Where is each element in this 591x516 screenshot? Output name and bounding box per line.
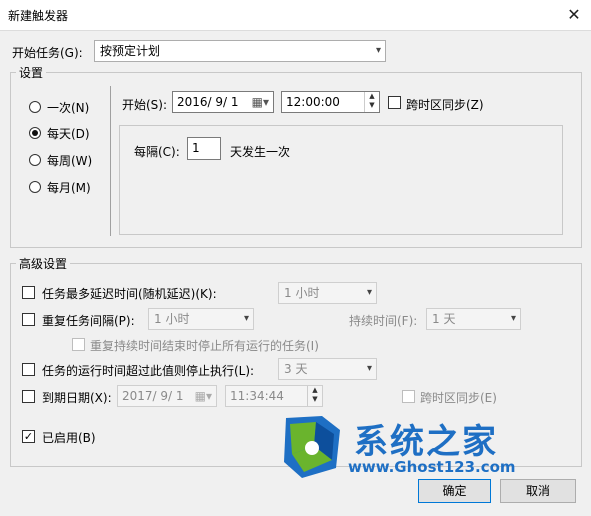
- start-time-spinner[interactable]: ▲ ▼: [364, 92, 379, 112]
- title-bar: [0, 0, 591, 31]
- stop-longer-checkbox[interactable]: [22, 363, 35, 376]
- chevron-down-icon: ▾: [375, 45, 381, 56]
- start-date-input[interactable]: 2016/ 9/ 1 ▦▾: [172, 91, 274, 113]
- enabled-checkbox[interactable]: ✓: [22, 430, 35, 443]
- start-time-value: 12:00:00: [286, 95, 340, 109]
- radio-daily-label: 每天(D): [47, 127, 90, 141]
- spin-up-icon[interactable]: ▲: [308, 386, 322, 395]
- calendar-icon[interactable]: ▦▾: [195, 386, 212, 406]
- cancel-button[interactable]: 取消: [500, 479, 576, 503]
- recur-label: 每隔(C):: [134, 145, 180, 159]
- start-time-input[interactable]: 12:00:00 ▲ ▼: [281, 91, 380, 113]
- repeat-checkbox[interactable]: [22, 313, 35, 326]
- expire-sync-label: 跨时区同步(E): [420, 391, 497, 405]
- watermark-url: www.Ghost123.com: [348, 458, 516, 476]
- expire-label: 到期日期(X):: [42, 391, 112, 405]
- expire-date-value: 2017/ 9/ 1: [122, 389, 184, 403]
- expire-time-input[interactable]: 11:34:44 ▲ ▼: [225, 385, 323, 407]
- window-title: 新建触发器: [8, 9, 69, 23]
- radio-monthly[interactable]: [29, 181, 41, 193]
- chevron-down-icon: ▾: [366, 363, 372, 374]
- radio-once[interactable]: [29, 101, 41, 113]
- close-icon[interactable]: ✕: [562, 3, 586, 27]
- start-date-value: 2016/ 9/ 1: [177, 95, 239, 109]
- spin-down-icon[interactable]: ▼: [365, 101, 379, 110]
- ghost-logo-icon: [284, 416, 340, 478]
- delay-checkbox[interactable]: [22, 286, 35, 299]
- recur-input[interactable]: 1: [187, 137, 221, 160]
- expire-sync-checkbox[interactable]: [402, 390, 415, 403]
- settings-group-label: 设置: [16, 64, 47, 81]
- expire-time-value: 11:34:44: [230, 389, 284, 403]
- duration-label: 持续时间(F):: [349, 314, 418, 328]
- expire-checkbox[interactable]: [22, 390, 35, 403]
- recur-value: 1: [192, 141, 200, 155]
- begin-task-select[interactable]: 按预定计划 ▾: [94, 40, 386, 62]
- sync-tz-label: 跨时区同步(Z): [406, 98, 484, 112]
- watermark-brand: 系统之家: [354, 422, 498, 462]
- begin-task-value: 按预定计划: [100, 44, 161, 58]
- ok-button[interactable]: 确定: [418, 479, 491, 503]
- repeat-value: 1 小时: [154, 312, 190, 326]
- expire-date-input[interactable]: 2017/ 9/ 1 ▦▾: [117, 385, 217, 407]
- repeat-label: 重复任务间隔(P):: [42, 314, 135, 328]
- duration-select[interactable]: 1 天 ▾: [426, 308, 521, 330]
- chevron-down-icon: ▾: [510, 313, 516, 324]
- recur-suffix: 天发生一次: [230, 145, 291, 159]
- sync-tz-checkbox[interactable]: [388, 96, 401, 109]
- radio-monthly-label: 每月(M): [47, 181, 91, 195]
- radio-weekly-label: 每周(W): [47, 154, 93, 168]
- start-label: 开始(S):: [122, 98, 168, 112]
- stop-longer-label: 任务的运行时间超过此值则停止执行(L):: [42, 364, 255, 378]
- spin-up-icon[interactable]: ▲: [365, 92, 379, 101]
- advanced-group-label: 高级设置: [16, 255, 71, 272]
- enabled-label: 已启用(B): [42, 431, 96, 445]
- stop-all-label: 重复持续时间结束时停止所有运行的任务(I): [90, 339, 319, 353]
- duration-value: 1 天: [432, 312, 456, 326]
- checkmark-icon: ✓: [23, 430, 34, 443]
- delay-label: 任务最多延迟时间(随机延迟)(K):: [42, 287, 217, 301]
- spin-down-icon[interactable]: ▼: [308, 395, 322, 404]
- stop-all-checkbox[interactable]: [72, 338, 85, 351]
- expire-time-spinner[interactable]: ▲ ▼: [307, 386, 322, 406]
- radio-once-label: 一次(N): [47, 101, 90, 115]
- stop-longer-select[interactable]: 3 天 ▾: [278, 358, 377, 380]
- delay-value: 1 小时: [284, 286, 320, 300]
- recur-panel: [119, 125, 563, 235]
- chevron-down-icon: ▾: [243, 313, 249, 324]
- calendar-icon[interactable]: ▦▾: [252, 92, 269, 112]
- stop-longer-value: 3 天: [284, 362, 308, 376]
- delay-select[interactable]: 1 小时 ▾: [278, 282, 377, 304]
- begin-task-label: 开始任务(G):: [12, 46, 83, 60]
- repeat-select[interactable]: 1 小时 ▾: [148, 308, 254, 330]
- chevron-down-icon: ▾: [366, 287, 372, 298]
- radio-weekly[interactable]: [29, 154, 41, 166]
- radio-daily[interactable]: [29, 127, 41, 139]
- settings-separator: [110, 86, 111, 236]
